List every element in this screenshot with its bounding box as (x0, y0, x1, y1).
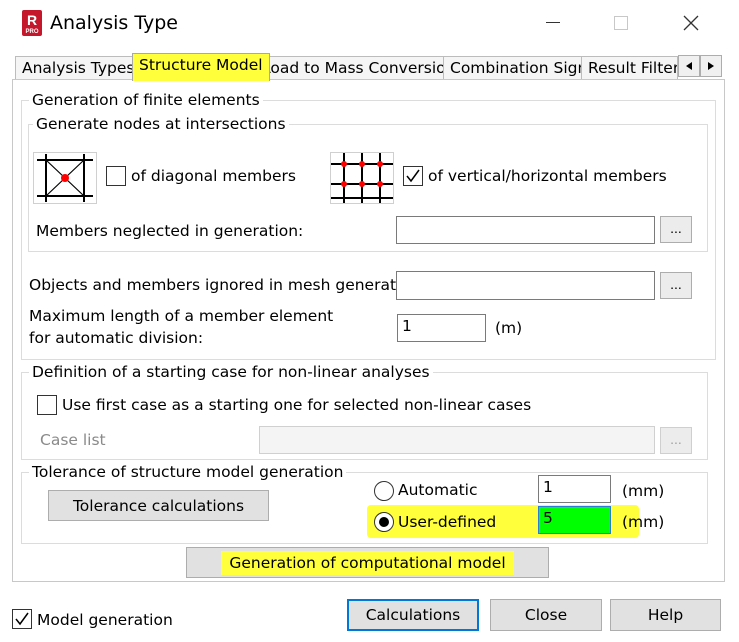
max-length-label-line2: for automatic division: (29, 329, 204, 347)
members-neglected-browse-button[interactable]: ... (660, 216, 692, 243)
close-window-button[interactable] (668, 0, 714, 46)
left-arrow-icon (686, 62, 692, 70)
tab-analysis-types[interactable]: Analysis Types (15, 56, 142, 80)
objects-ignored-browse-button[interactable]: ... (660, 272, 692, 299)
checkmark-icon (15, 612, 29, 626)
case-list-browse-button[interactable]: ... (660, 427, 692, 454)
tab-result-filters[interactable]: Result Filters (581, 56, 678, 80)
minimize-button[interactable] (530, 0, 576, 46)
minimize-icon (546, 22, 560, 23)
tab-load-to-mass-conversion[interactable]: Load to Mass Conversion (255, 56, 463, 80)
finite-elements-group-label: Generation of finite elements (29, 91, 263, 109)
tab-scroll-right-button[interactable] (700, 55, 722, 77)
vertical-horizontal-members-diagram (330, 152, 394, 204)
diagonal-members-label: of diagonal members (131, 167, 296, 185)
case-list-input[interactable] (259, 426, 655, 454)
max-length-input[interactable]: 1 (397, 314, 486, 342)
max-length-unit: (m) (495, 319, 523, 337)
diagonal-members-diagram (33, 152, 97, 204)
generate-computational-model-button[interactable]: Generation of computational model (186, 547, 549, 578)
nonlinear-group-label: Definition of a starting case for non-li… (29, 363, 433, 381)
user-defined-tolerance-input[interactable]: 5 (538, 506, 611, 534)
use-first-case-label: Use first case as a starting one for sel… (62, 396, 532, 414)
automatic-tolerance-input[interactable]: 1 (538, 475, 611, 503)
window-title: Analysis Type (50, 12, 178, 34)
calculations-button[interactable]: Calculations (347, 599, 479, 631)
model-generation-checkbox[interactable] (12, 609, 32, 629)
members-neglected-label: Members neglected in generation: (36, 222, 304, 240)
tab-combination-sign[interactable]: Combination Sign (443, 56, 595, 80)
user-defined-radio[interactable] (374, 512, 394, 532)
max-length-label-line1: Maximum length of a member element (29, 307, 334, 325)
help-button[interactable]: Help (610, 599, 721, 631)
right-arrow-icon (708, 62, 714, 70)
title-bar: R PRO Analysis Type (0, 0, 739, 46)
user-defined-unit: (mm) (622, 513, 665, 531)
automatic-label: Automatic (398, 481, 478, 499)
vertical-horizontal-members-label: of vertical/horizontal members (428, 167, 667, 185)
vertical-horizontal-members-checkbox[interactable] (403, 166, 423, 186)
tolerance-calculations-button[interactable]: Tolerance calculations (48, 490, 269, 521)
generate-computational-model-label: Generation of computational model (221, 550, 514, 575)
tab-structure-model[interactable]: Structure Model (132, 53, 270, 81)
tolerance-group-label: Tolerance of structure model generation (29, 463, 347, 481)
close-icon (683, 15, 699, 31)
intersections-group-label: Generate nodes at intersections (33, 115, 289, 133)
close-button[interactable]: Close (490, 599, 602, 631)
maximize-icon (614, 16, 628, 30)
model-generation-label: Model generation (37, 611, 173, 629)
tab-scroll-left-button[interactable] (678, 55, 700, 77)
user-defined-label: User-defined (398, 513, 497, 531)
use-first-case-checkbox[interactable] (37, 395, 57, 415)
tab-strip: Analysis Types Structure Model Load to M… (12, 53, 724, 81)
revit-app-icon: R PRO (22, 10, 42, 36)
automatic-unit: (mm) (622, 482, 665, 500)
case-list-label: Case list (40, 431, 106, 449)
automatic-radio[interactable] (374, 481, 394, 501)
objects-ignored-label: Objects and members ignored in mesh gene… (29, 276, 425, 294)
maximize-button[interactable] (598, 0, 644, 46)
objects-ignored-input[interactable] (396, 271, 655, 300)
checkmark-icon (406, 169, 420, 183)
diagonal-members-checkbox[interactable] (106, 166, 126, 186)
members-neglected-input[interactable] (396, 216, 655, 244)
